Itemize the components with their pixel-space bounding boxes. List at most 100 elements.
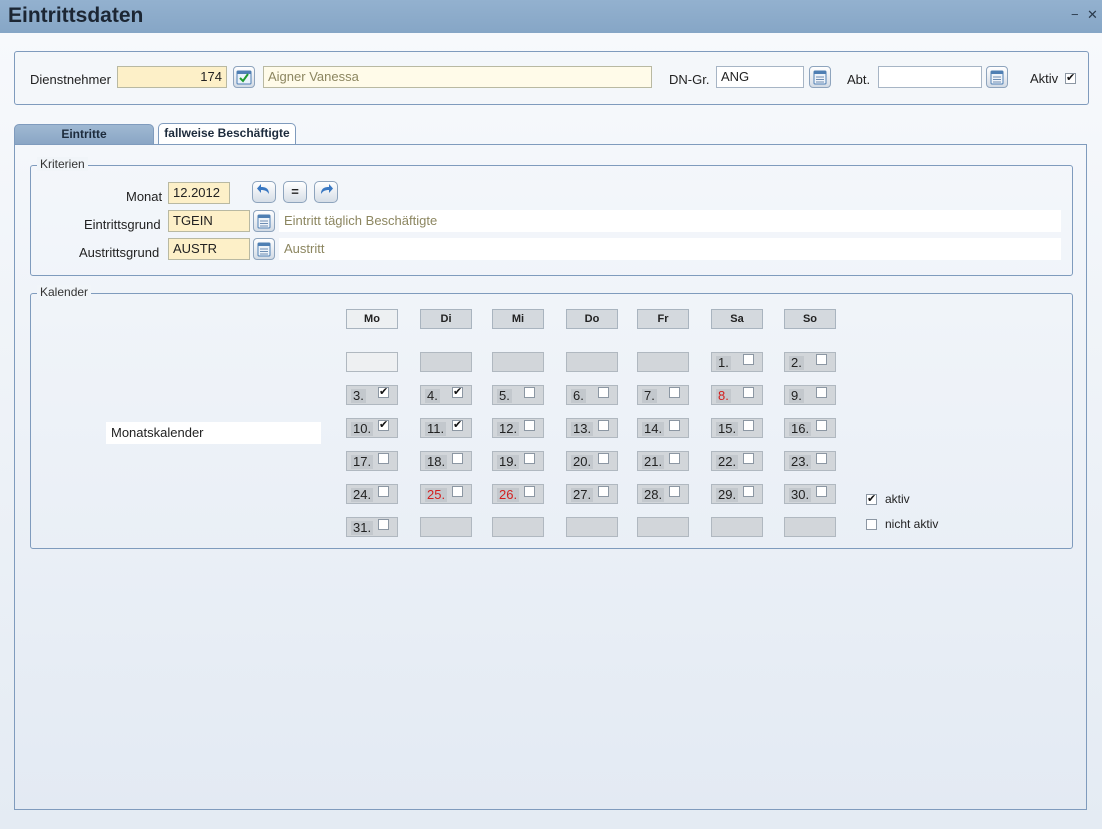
- calendar-day-cell[interactable]: 16.: [784, 418, 836, 438]
- calendar-day-checkbox[interactable]: [669, 420, 680, 431]
- calendar-day-number: 29.: [716, 487, 739, 502]
- group-lookup-button[interactable]: [809, 66, 831, 88]
- exit-reason-lookup-button[interactable]: [253, 238, 275, 260]
- calendar-day-cell[interactable]: 12.: [492, 418, 544, 438]
- current-month-button[interactable]: =: [283, 181, 307, 203]
- calendar-day-cell[interactable]: 1.: [711, 352, 763, 372]
- calendar-day-checkbox[interactable]: [743, 486, 754, 497]
- calendar-day-cell[interactable]: 22.: [711, 451, 763, 471]
- calendar-day-checkbox[interactable]: [743, 354, 754, 365]
- calendar-day-cell[interactable]: 20.: [566, 451, 618, 471]
- calendar-day-checkbox[interactable]: [452, 486, 463, 497]
- calendar-day-checkbox[interactable]: [524, 486, 535, 497]
- calendar-day-checkbox[interactable]: ✔: [452, 387, 463, 398]
- calendar-day-cell[interactable]: 30.: [784, 484, 836, 504]
- weekday-header: Di: [420, 309, 472, 329]
- calendar-day-cell[interactable]: 6.: [566, 385, 618, 405]
- tab-fallweise-beschaeftigte[interactable]: fallweise Beschäftigte: [158, 123, 296, 144]
- calendar-day-checkbox[interactable]: [378, 486, 389, 497]
- calendar-day-checkbox[interactable]: [743, 387, 754, 398]
- calendar-day-checkbox[interactable]: [598, 387, 609, 398]
- calendar-day-cell[interactable]: 7.: [637, 385, 689, 405]
- calendar-day-cell[interactable]: 19.: [492, 451, 544, 471]
- calendar-day-checkbox[interactable]: [378, 453, 389, 464]
- calendar-day-cell[interactable]: 28.: [637, 484, 689, 504]
- calendar-day-checkbox[interactable]: ✔: [378, 420, 389, 431]
- calendar-day-cell[interactable]: 15.: [711, 418, 763, 438]
- calendar-day-number: 16.: [789, 421, 812, 436]
- calendar-day-checkbox[interactable]: [524, 420, 535, 431]
- calendar-day-checkbox[interactable]: [816, 354, 827, 365]
- calendar-day-cell[interactable]: 10. ✔: [346, 418, 398, 438]
- calendar-day-cell[interactable]: 17.: [346, 451, 398, 471]
- calendar-day-checkbox[interactable]: [669, 486, 680, 497]
- calendar-day-cell[interactable]: 18.: [420, 451, 472, 471]
- calendar-day-checkbox[interactable]: [816, 486, 827, 497]
- active-checkbox[interactable]: ✔: [1065, 73, 1076, 84]
- calendar-day-checkbox[interactable]: [598, 420, 609, 431]
- calendar-day-checkbox[interactable]: [816, 420, 827, 431]
- next-month-button[interactable]: [314, 181, 338, 203]
- calendar-day-checkbox[interactable]: [743, 420, 754, 431]
- department-field[interactable]: [878, 66, 982, 88]
- calendar-day-checkbox[interactable]: [816, 453, 827, 464]
- calendar-day-checkbox[interactable]: [743, 453, 754, 464]
- arrow-back-icon: [257, 184, 269, 194]
- calendar-day-checkbox[interactable]: [816, 387, 827, 398]
- department-lookup-button[interactable]: [986, 66, 1008, 88]
- calendar-day-checkbox[interactable]: [598, 486, 609, 497]
- month-field[interactable]: 12.2012: [168, 182, 230, 204]
- calendar-day-checkbox[interactable]: [669, 387, 680, 398]
- previous-month-button[interactable]: [252, 181, 276, 203]
- active-label: Aktiv: [1030, 71, 1059, 86]
- calendar-day-cell[interactable]: 24.: [346, 484, 398, 504]
- calendar-day-checkbox[interactable]: [452, 453, 463, 464]
- entry-reason-code-field[interactable]: TGEIN: [168, 210, 250, 232]
- calendar-day-number: 15.: [716, 421, 739, 436]
- calendar-empty-cell: [637, 517, 689, 537]
- calendar-day-checkbox[interactable]: [524, 453, 535, 464]
- calendar-day-cell[interactable]: 23.: [784, 451, 836, 471]
- calendar-day-cell[interactable]: 25.: [420, 484, 472, 504]
- employee-number-field[interactable]: 174: [117, 66, 227, 88]
- calendar-list-icon: [813, 70, 827, 85]
- legend-active-label: aktiv: [885, 492, 910, 506]
- entry-reason-lookup-button[interactable]: [253, 210, 275, 232]
- exit-reason-code-field[interactable]: AUSTR: [168, 238, 250, 260]
- calendar-day-cell[interactable]: 5.: [492, 385, 544, 405]
- calendar-day-cell[interactable]: 27.: [566, 484, 618, 504]
- calendar-day-cell[interactable]: 8.: [711, 385, 763, 405]
- calendar-day-checkbox[interactable]: [524, 387, 535, 398]
- calendar-day-number: 5.: [497, 388, 512, 403]
- calendar-day-cell[interactable]: 3. ✔: [346, 385, 398, 405]
- calendar-day-cell[interactable]: 26.: [492, 484, 544, 504]
- entry-reason-label: Eintrittsgrund: [84, 217, 161, 232]
- calendar-day-checkbox[interactable]: ✔: [452, 420, 463, 431]
- calendar-day-number: 3.: [351, 388, 366, 403]
- close-icon[interactable]: ✕: [1087, 8, 1098, 22]
- calendar-day-checkbox[interactable]: [669, 453, 680, 464]
- calendar-day-cell[interactable]: 31.: [346, 517, 398, 537]
- group-field[interactable]: ANG: [716, 66, 804, 88]
- minimize-icon[interactable]: −: [1071, 8, 1079, 22]
- calendar-day-cell[interactable]: 21.: [637, 451, 689, 471]
- calendar-day-checkbox[interactable]: ✔: [378, 387, 389, 398]
- calendar-day-number: 21.: [642, 454, 665, 469]
- tab-eintritte[interactable]: Eintritte: [14, 124, 154, 144]
- calendar-day-cell[interactable]: 14.: [637, 418, 689, 438]
- calendar-day-cell[interactable]: 13.: [566, 418, 618, 438]
- calendar-day-cell[interactable]: 29.: [711, 484, 763, 504]
- calendar-day-number: 26.: [497, 487, 520, 502]
- calendar-day-checkbox[interactable]: [598, 453, 609, 464]
- weekday-header: Mi: [492, 309, 544, 329]
- calendar-day-cell[interactable]: 2.: [784, 352, 836, 372]
- calendar-day-checkbox[interactable]: [378, 519, 389, 530]
- calendar-day-cell[interactable]: 9.: [784, 385, 836, 405]
- calendar-day-cell[interactable]: 11. ✔: [420, 418, 472, 438]
- weekday-header: Sa: [711, 309, 763, 329]
- calendar-day-number: 13.: [571, 421, 594, 436]
- confirm-employee-button[interactable]: [233, 66, 255, 88]
- legend-inactive-label: nicht aktiv: [885, 517, 939, 531]
- calendar-day-number: 12.: [497, 421, 520, 436]
- calendar-day-cell[interactable]: 4. ✔: [420, 385, 472, 405]
